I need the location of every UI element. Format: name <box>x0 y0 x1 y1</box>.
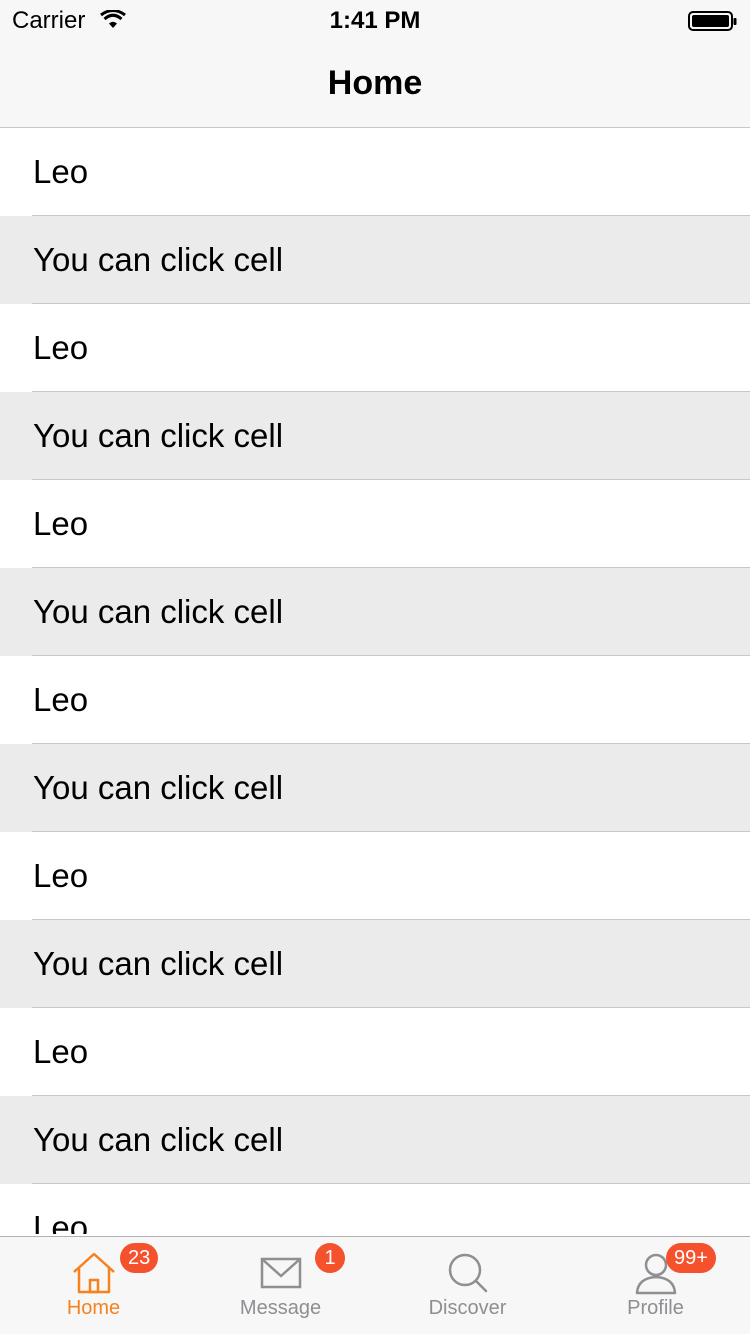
table-cell[interactable]: Leo <box>0 1184 750 1234</box>
table-cell[interactable]: Leo <box>0 832 750 920</box>
table-cell[interactable]: You can click cell <box>0 216 750 304</box>
tab-discover[interactable]: Discover <box>374 1237 561 1335</box>
table-view[interactable]: Leo You can click cell Leo You can click… <box>0 128 750 1234</box>
cell-label: Leo <box>33 505 89 542</box>
cell-label: You can click cell <box>33 241 284 278</box>
tab-label: Discover <box>428 1297 507 1319</box>
battery-icon <box>688 10 738 37</box>
status-time: 1:41 PM <box>329 7 421 34</box>
navigation-bar: Home <box>0 40 750 128</box>
table-cell[interactable]: You can click cell <box>0 744 750 832</box>
cell-label: Leo <box>33 1209 89 1234</box>
table-cell[interactable]: You can click cell <box>0 1096 750 1184</box>
cell-label: Leo <box>33 153 89 190</box>
tab-profile[interactable]: 99+ Profile <box>562 1237 749 1335</box>
table-cell[interactable]: Leo <box>0 480 750 568</box>
envelope-icon <box>257 1249 305 1297</box>
cell-label: You can click cell <box>33 945 284 982</box>
cell-label: Leo <box>33 681 89 718</box>
page-title: Home <box>327 64 423 102</box>
table-cell[interactable]: Leo <box>0 1008 750 1096</box>
house-icon <box>70 1249 118 1297</box>
cell-label: Leo <box>33 857 89 894</box>
tab-label: Message <box>239 1297 322 1319</box>
table-cell[interactable]: You can click cell <box>0 568 750 656</box>
table-cell[interactable]: You can click cell <box>0 392 750 480</box>
tab-bar: 23 Home 1 Message Discover 99+ Profile <box>0 1236 750 1334</box>
table-cell[interactable]: You can click cell <box>0 920 750 1008</box>
cell-label: You can click cell <box>33 1121 284 1158</box>
table-cell[interactable]: Leo <box>0 304 750 392</box>
table-cell[interactable]: Leo <box>0 128 750 216</box>
cell-label: Leo <box>33 329 89 366</box>
cell-label: Leo <box>33 1033 89 1070</box>
cell-label: You can click cell <box>33 769 284 806</box>
message-badge: 1 <box>315 1243 345 1273</box>
magnifier-icon <box>444 1249 492 1297</box>
profile-badge: 99+ <box>666 1243 716 1273</box>
table-cell[interactable]: Leo <box>0 656 750 744</box>
tab-home[interactable]: 23 Home <box>0 1237 187 1335</box>
home-badge: 23 <box>120 1243 159 1273</box>
tab-label: Home <box>66 1297 121 1319</box>
cell-label: You can click cell <box>33 593 284 630</box>
tab-message[interactable]: 1 Message <box>187 1237 374 1335</box>
cell-label: You can click cell <box>33 417 284 454</box>
status-bar: Carrier 1:41 PM <box>0 0 750 40</box>
tab-label: Profile <box>627 1297 684 1319</box>
